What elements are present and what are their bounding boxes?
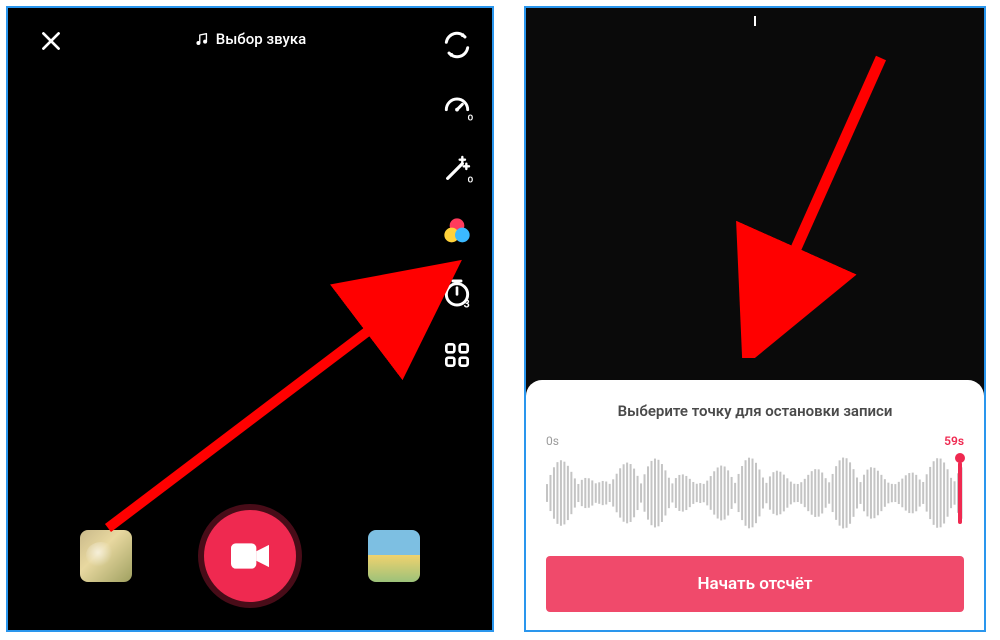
waveform-graphic bbox=[546, 454, 964, 532]
speed-off-icon: OFF bbox=[441, 91, 473, 123]
waveform-handle[interactable] bbox=[958, 462, 962, 524]
waveform-selector[interactable]: 0s 59s bbox=[546, 434, 964, 532]
gallery-button[interactable] bbox=[368, 530, 420, 582]
side-toolbar: OFF OFF 3 bbox=[440, 28, 474, 372]
waveform-start-label: 0s bbox=[546, 434, 559, 448]
bottom-controls bbox=[8, 510, 492, 602]
video-camera-icon bbox=[231, 542, 269, 570]
flip-camera-button[interactable] bbox=[440, 28, 474, 62]
beauty-button[interactable]: OFF bbox=[440, 152, 474, 186]
effects-button[interactable] bbox=[80, 530, 132, 582]
timer-3s-icon: 3 bbox=[441, 277, 473, 309]
filters-icon bbox=[441, 215, 473, 247]
close-icon bbox=[38, 28, 64, 54]
more-tools-button[interactable] bbox=[440, 338, 474, 372]
annotation-arrow-right bbox=[726, 48, 896, 358]
start-button-label: Начать отсчёт bbox=[698, 574, 813, 594]
annotation-arrow-left bbox=[98, 258, 468, 538]
camera-preview bbox=[526, 8, 984, 380]
music-note-icon bbox=[194, 31, 210, 47]
close-button[interactable] bbox=[38, 28, 64, 58]
svg-text:OFF: OFF bbox=[468, 113, 473, 122]
waveform-track[interactable] bbox=[546, 454, 964, 532]
magic-wand-icon: OFF bbox=[441, 153, 473, 185]
more-grid-icon bbox=[441, 339, 473, 371]
sound-select-button[interactable]: Выбор звука bbox=[194, 30, 306, 48]
flip-camera-icon bbox=[441, 29, 473, 61]
panel-title: Выберите точку для остановки записи bbox=[546, 402, 964, 420]
timer-panel-screen: Выберите точку для остановки записи 0s 5… bbox=[524, 6, 986, 632]
timer-button[interactable]: 3 bbox=[440, 276, 474, 310]
record-button[interactable] bbox=[204, 510, 296, 602]
filters-button[interactable] bbox=[440, 214, 474, 248]
speed-button[interactable]: OFF bbox=[440, 90, 474, 124]
sound-select-label: Выбор звука bbox=[216, 30, 306, 48]
waveform-end-label: 59s bbox=[944, 434, 964, 448]
svg-text:3: 3 bbox=[464, 298, 470, 309]
svg-text:OFF: OFF bbox=[468, 175, 473, 184]
countdown-panel: Выберите точку для остановки записи 0s 5… bbox=[526, 380, 984, 630]
recording-screen: Выбор звука OFF OFF bbox=[6, 6, 494, 632]
start-countdown-button[interactable]: Начать отсчёт bbox=[546, 556, 964, 612]
